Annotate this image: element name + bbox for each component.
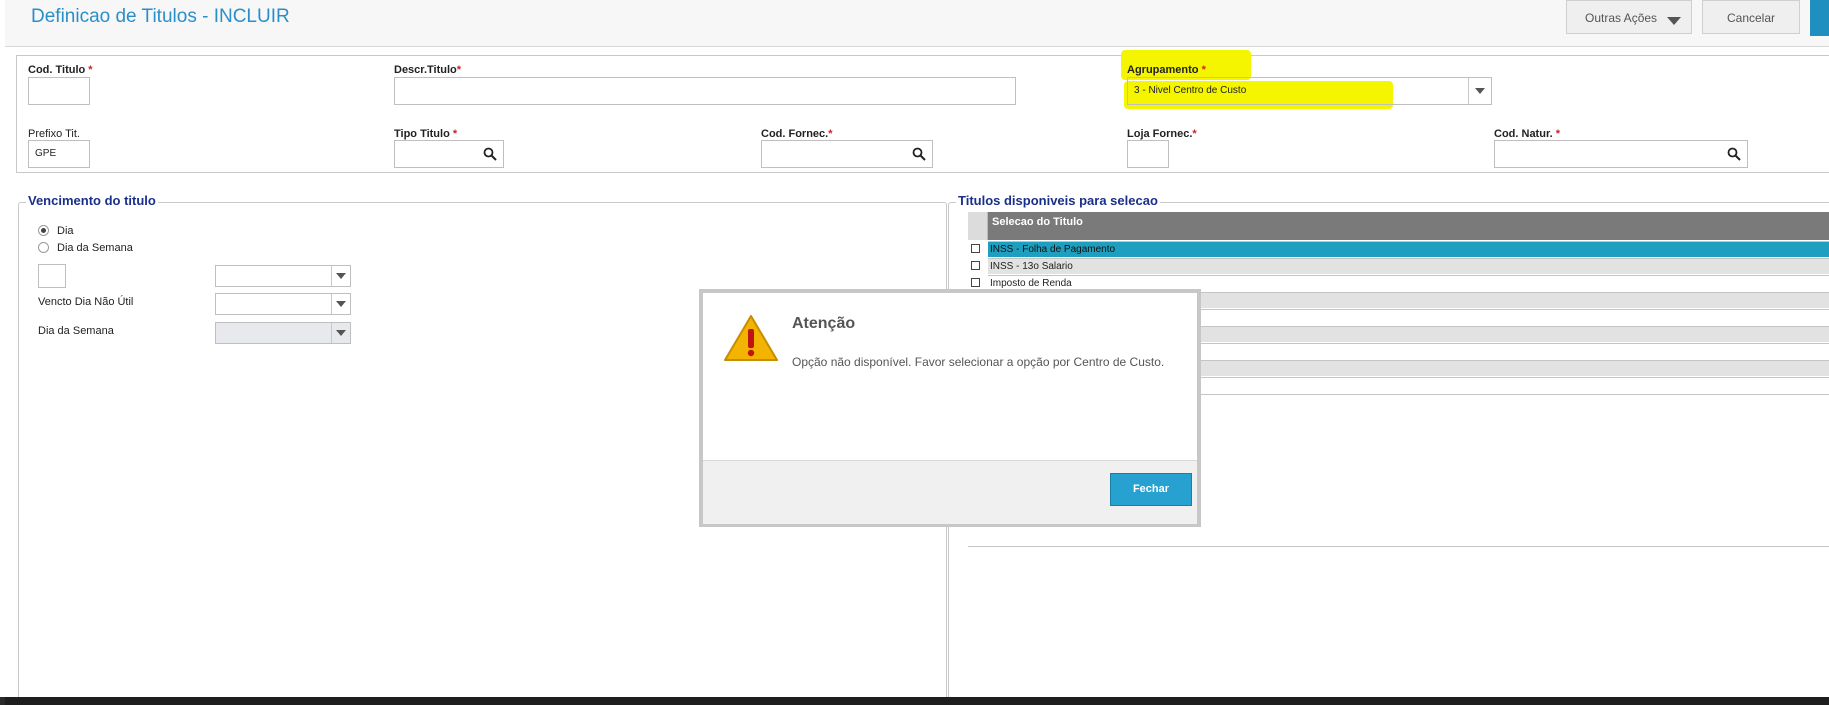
prefixo-tit-input[interactable]: GPE: [28, 140, 90, 168]
table-row[interactable]: INSS - Folha de Pagamento: [968, 241, 1829, 257]
agrupamento-select[interactable]: 3 - Nivel Centro de Custo: [1127, 77, 1492, 105]
cancel-button[interactable]: Cancelar: [1702, 0, 1800, 34]
dialog-message: Opção não disponível. Favor selecionar a…: [792, 355, 1165, 369]
dia-da-semana-label: Dia da Semana: [38, 325, 114, 337]
chevron-down-icon: [1667, 17, 1681, 25]
cod-titulo-label: Cod. Titulo *: [28, 64, 93, 76]
titulos-legend: Titulos disponiveis para selecao: [956, 193, 1160, 208]
chevron-down-icon: [331, 266, 350, 286]
header-bar: Definicao de Titulos - INCLUIR Outras Aç…: [5, 0, 1829, 47]
dia-da-semana-select: [215, 322, 351, 344]
search-icon[interactable]: [483, 147, 497, 161]
chevron-down-icon[interactable]: [1468, 78, 1491, 104]
row-checkbox[interactable]: [971, 278, 980, 287]
cod-natur-input[interactable]: [1494, 140, 1748, 168]
tipo-titulo-input[interactable]: [394, 140, 504, 168]
warning-icon: [724, 315, 778, 361]
chevron-down-icon: [331, 294, 350, 314]
descr-titulo-label: Descr.Titulo*: [394, 64, 462, 76]
dia-select[interactable]: [215, 265, 351, 287]
radio-dia[interactable]: [38, 225, 49, 236]
grid-column-header[interactable]: Selecao do Titulo: [988, 212, 1829, 240]
radio-dia-da-semana[interactable]: [38, 242, 49, 253]
loja-fornec-label: Loja Fornec.*: [1127, 128, 1197, 140]
screen: Definicao de Titulos - INCLUIR Outras Aç…: [0, 0, 1829, 697]
row-checkbox[interactable]: [971, 244, 980, 253]
grid-divider: [968, 546, 1829, 547]
row-checkbox[interactable]: [971, 261, 980, 270]
row-label: INSS - 13o Salario: [988, 258, 1829, 274]
search-icon[interactable]: [1727, 147, 1741, 161]
agrupamento-label: Agrupamento *: [1127, 64, 1206, 76]
vencto-dia-nao-util-label: Vencto Dia Não Útil: [38, 296, 134, 308]
vencto-dia-nao-util-select[interactable]: [215, 293, 351, 315]
cod-fornec-label: Cod. Fornec.*: [761, 128, 833, 140]
prefixo-tit-label: Prefixo Tit.: [28, 128, 80, 140]
close-button[interactable]: Fechar: [1110, 473, 1192, 506]
alert-dialog: Atenção Opção não disponível. Favor sele…: [699, 289, 1201, 527]
dialog-title: Atenção: [792, 315, 856, 332]
vencimento-legend: Vencimento do titulo: [26, 193, 158, 208]
cod-natur-label: Cod. Natur. *: [1494, 128, 1561, 140]
grid-corner: [968, 212, 988, 240]
dia-input[interactable]: [38, 264, 66, 288]
table-row[interactable]: INSS - 13o Salario: [968, 258, 1829, 274]
page-title: Definicao de Titulos - INCLUIR: [31, 6, 290, 27]
outras-acoes-button[interactable]: Outras Ações: [1566, 0, 1692, 34]
radio-dia-da-semana-label: Dia da Semana: [57, 242, 133, 254]
outras-acoes-label: Outras Ações: [1585, 11, 1658, 25]
save-button[interactable]: [1810, 0, 1829, 36]
agrupamento-value: 3 - Nivel Centro de Custo: [1134, 85, 1247, 96]
cod-fornec-input[interactable]: [761, 140, 933, 168]
chevron-down-icon: [331, 323, 350, 343]
tipo-titulo-label: Tipo Titulo *: [394, 128, 458, 140]
descr-titulo-input[interactable]: [394, 77, 1016, 105]
search-icon[interactable]: [912, 147, 926, 161]
cod-titulo-input[interactable]: [28, 77, 90, 105]
row-label: INSS - Folha de Pagamento: [988, 241, 1829, 257]
loja-fornec-input[interactable]: [1127, 140, 1169, 168]
radio-dia-label: Dia: [57, 225, 74, 237]
